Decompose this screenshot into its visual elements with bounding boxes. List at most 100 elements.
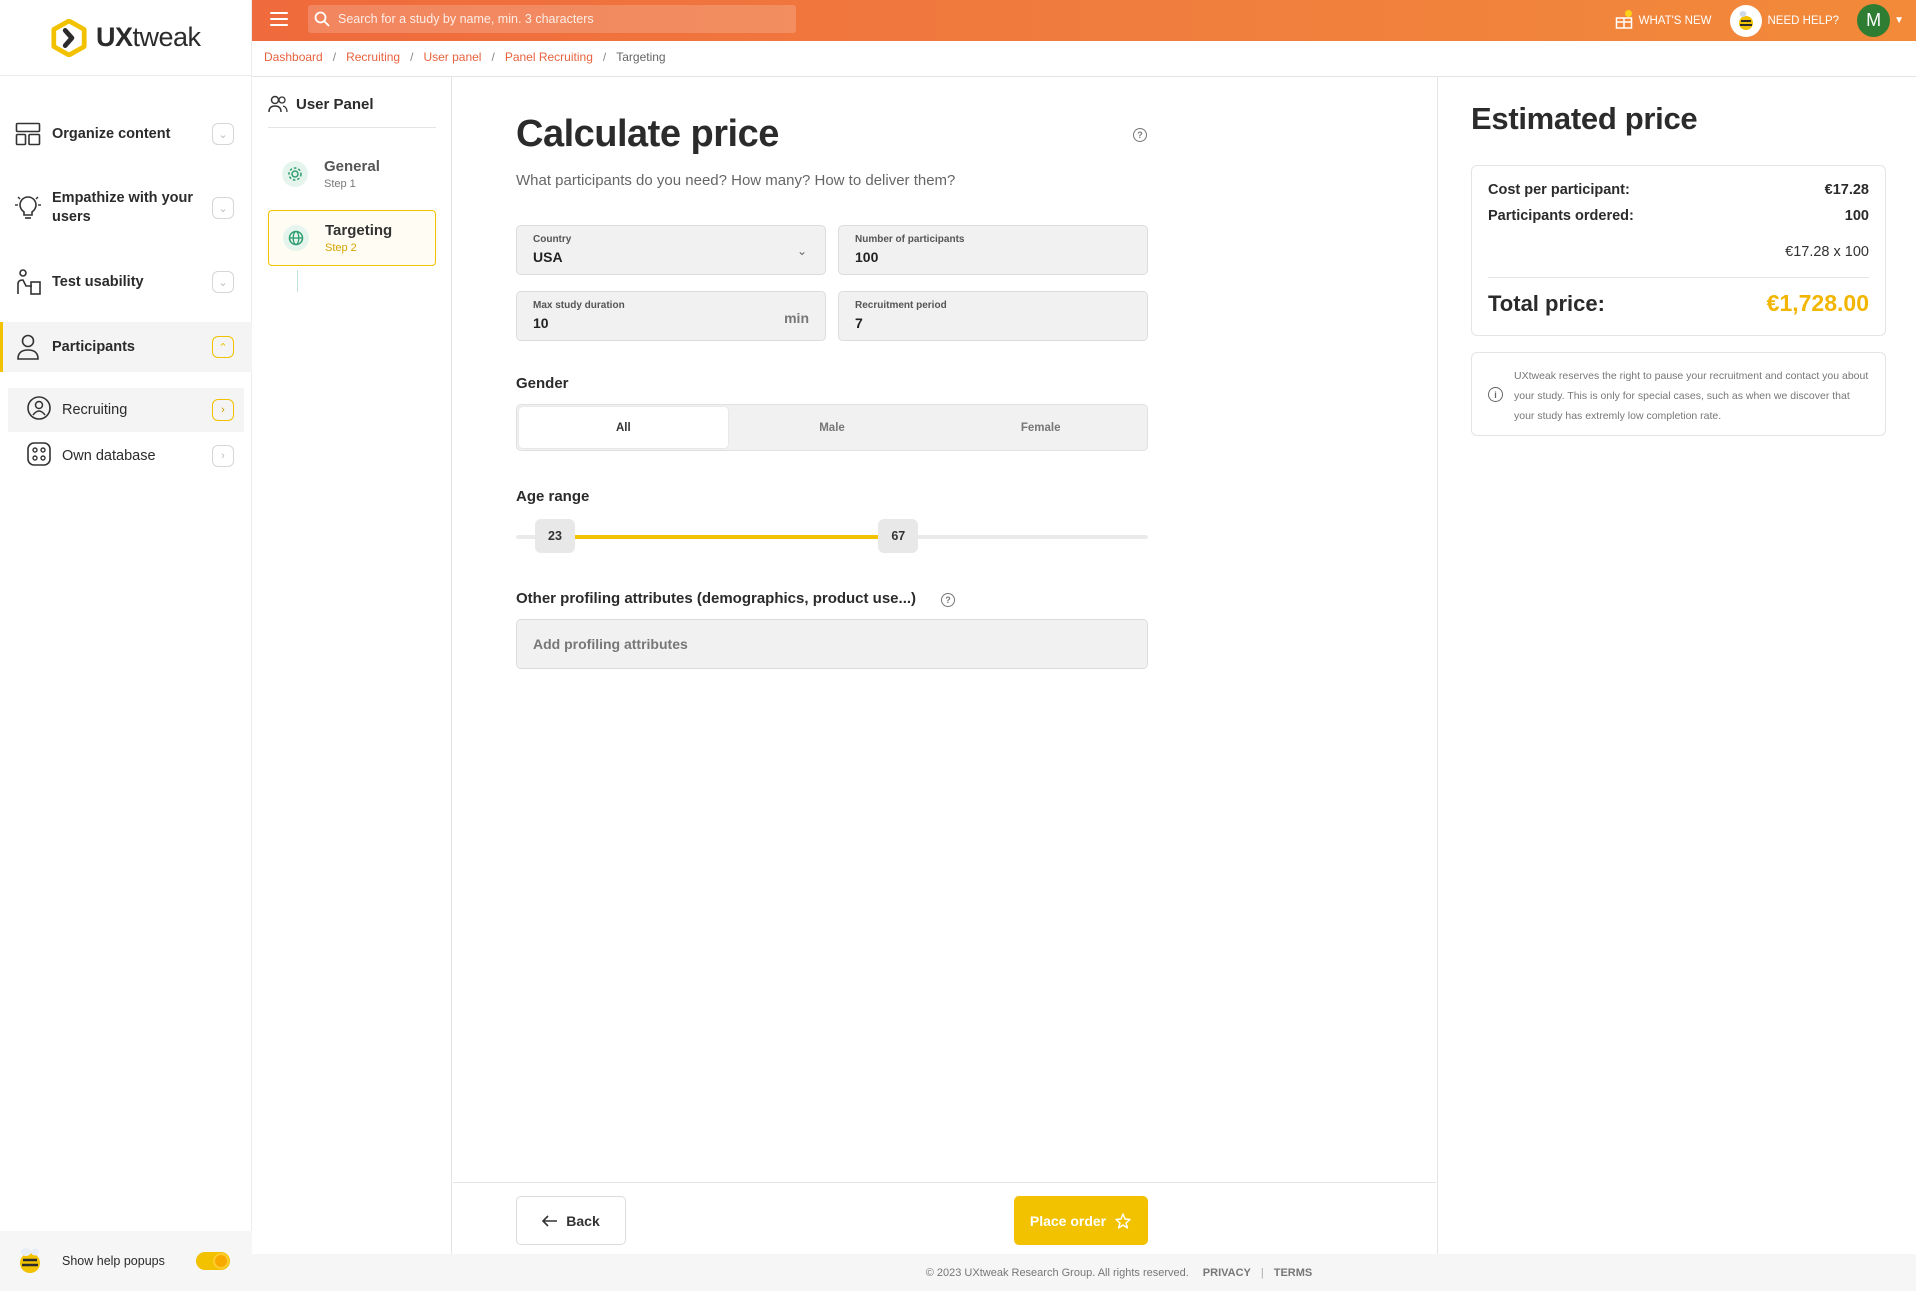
total-value: €1,728.00 <box>1766 290 1869 316</box>
gender-option-male[interactable]: Male <box>728 407 937 448</box>
age-range-slider[interactable]: 23 67 <box>516 519 1148 553</box>
help-icon[interactable]: ? <box>1133 128 1147 142</box>
chevron-down-icon: ⌄ <box>796 244 807 258</box>
hamburger-menu-icon[interactable] <box>270 12 288 26</box>
usability-icon <box>14 268 42 296</box>
avatar[interactable]: M <box>1857 4 1891 37</box>
gear-icon <box>282 161 308 187</box>
country-label: Country <box>533 234 572 245</box>
privacy-link[interactable]: PRIVACY <box>1203 1267 1251 1279</box>
chevron-down-icon[interactable]: ⌄ <box>212 271 234 293</box>
help-popups-toggle[interactable] <box>196 1252 230 1270</box>
search-icon <box>314 11 330 27</box>
breadcrumb-panel-recruiting[interactable]: Panel Recruiting <box>505 50 593 64</box>
country-select[interactable]: Country USA ⌄ <box>516 225 826 275</box>
search-input[interactable] <box>338 12 778 26</box>
price-formula: €17.28 x 100 <box>1785 244 1869 260</box>
sidebar-item-participants[interactable]: Participants ⌃ <box>0 322 252 372</box>
participants-label: Number of participants <box>855 234 965 245</box>
need-help-button[interactable]: NEED HELP? <box>1729 4 1839 37</box>
page-subtitle: What participants do you need? How many?… <box>516 172 956 189</box>
gender-option-female[interactable]: Female <box>936 407 1145 448</box>
help-popups-bar: Show help popups <box>0 1231 252 1291</box>
estimate-panel: Estimated price Cost per participant: €17… <box>1437 77 1916 1254</box>
sidebar-item-label: Test usability <box>52 273 144 290</box>
estimate-title: Estimated price <box>1471 101 1698 136</box>
bee-icon <box>1729 4 1762 37</box>
recruitment-period-field[interactable]: Recruitment period 7 <box>838 291 1148 341</box>
steps-panel: User Panel General Step 1 Targeting Step 2 <box>252 77 452 1254</box>
back-label: Back <box>566 1212 600 1229</box>
info-icon: i <box>1488 387 1503 402</box>
chevron-down-icon[interactable]: ⌄ <box>212 123 234 145</box>
participants-value: 100 <box>855 249 879 265</box>
caret-down-icon[interactable]: ▼ <box>1894 15 1904 26</box>
profiling-input[interactable] <box>533 636 1113 652</box>
steps-header: User Panel <box>268 95 436 128</box>
step-general[interactable]: General Step 1 <box>268 146 436 202</box>
terms-link[interactable]: TERMS <box>1274 1267 1313 1279</box>
sidebar-subitem-label: Own database <box>62 448 156 464</box>
age-max-handle[interactable]: 67 <box>878 519 919 553</box>
cost-value: €17.28 <box>1824 182 1869 198</box>
sidebar-subitem-own-database[interactable]: Own database › <box>8 434 244 478</box>
place-order-label: Place order <box>1029 1212 1107 1229</box>
breadcrumb-recruiting[interactable]: Recruiting <box>346 50 400 64</box>
top-bar: WHAT'S NEW NEED HELP? M ▼ <box>252 0 1916 41</box>
profiling-field <box>516 619 1148 669</box>
duration-label: Max study duration <box>533 300 625 311</box>
help-popups-label: Show help popups <box>62 1254 165 1268</box>
main-content: Calculate price ? What participants do y… <box>453 77 1436 1254</box>
place-order-button[interactable]: Place order <box>1014 1196 1148 1245</box>
step-targeting[interactable]: Targeting Step 2 <box>268 210 436 266</box>
gender-label: Gender <box>516 375 569 392</box>
ordered-label: Participants ordered: <box>1488 208 1634 224</box>
page-footer: © 2023 UXtweak Research Group. All right… <box>252 1254 1916 1291</box>
page-title: Calculate price <box>516 113 779 155</box>
sidebar-subitem-recruiting[interactable]: Recruiting › <box>8 388 244 432</box>
help-icon[interactable]: ? <box>941 593 955 607</box>
age-range-fill <box>555 535 899 539</box>
ordered-value: 100 <box>1844 208 1869 224</box>
sidebar-item-empathize[interactable]: Empathize with your users ⌄ <box>0 186 252 230</box>
duration-field[interactable]: Max study duration 10 min <box>516 291 826 341</box>
recruitment-value: 7 <box>855 315 863 331</box>
arrow-left-icon <box>542 1214 558 1227</box>
logo[interactable]: UXtweak <box>0 0 251 76</box>
gender-selector: All Male Female <box>516 404 1148 451</box>
cost-label: Cost per participant: <box>1488 182 1630 198</box>
age-min-handle[interactable]: 23 <box>535 519 575 553</box>
sidebar-item-test-usability[interactable]: Test usability ⌄ <box>0 262 252 302</box>
breadcrumb-user-panel[interactable]: User panel <box>423 50 481 64</box>
sidebar-item-label: Organize content <box>52 125 171 142</box>
logo-text-rest: tweak <box>132 22 202 52</box>
recruitment-notice: i UXtweak reserves the right to pause yo… <box>1471 352 1886 436</box>
gender-option-all[interactable]: All <box>519 407 728 448</box>
recruiting-icon <box>26 395 52 426</box>
duration-unit: min <box>784 310 809 326</box>
step-name: Targeting <box>325 222 393 239</box>
back-button[interactable]: Back <box>516 1196 626 1245</box>
chevron-down-icon[interactable]: ⌄ <box>212 197 234 219</box>
person-icon <box>14 333 42 361</box>
country-value: USA <box>533 249 563 265</box>
participants-field[interactable]: Number of participants 100 <box>838 225 1148 275</box>
sidebar-item-organize-content[interactable]: Organize content ⌄ <box>0 114 252 154</box>
chevron-up-icon[interactable]: ⌃ <box>212 336 234 358</box>
breadcrumb-current: Targeting <box>616 50 666 64</box>
globe-icon <box>283 225 309 251</box>
users-icon <box>268 95 288 113</box>
bee-icon <box>20 1248 40 1273</box>
sparkle-star-icon <box>1115 1212 1131 1229</box>
left-navigation: UXtweak Organize content ⌄ Empathize wit… <box>0 0 252 1291</box>
sidebar-item-label: Empathize with your users <box>52 190 193 225</box>
chevron-right-icon[interactable]: › <box>212 399 234 421</box>
breadcrumb-dashboard[interactable]: Dashboard <box>264 50 323 64</box>
recruitment-label: Recruitment period <box>855 300 947 311</box>
copyright: © 2023 UXtweak Research Group. All right… <box>925 1266 1189 1279</box>
price-card: Cost per participant: €17.28 Participants… <box>1471 165 1886 336</box>
whats-new-label: WHAT'S NEW <box>1638 14 1712 27</box>
step-number: Step 2 <box>325 242 357 254</box>
chevron-right-icon[interactable]: › <box>212 445 234 467</box>
whats-new-button[interactable]: WHAT'S NEW <box>1615 9 1712 29</box>
